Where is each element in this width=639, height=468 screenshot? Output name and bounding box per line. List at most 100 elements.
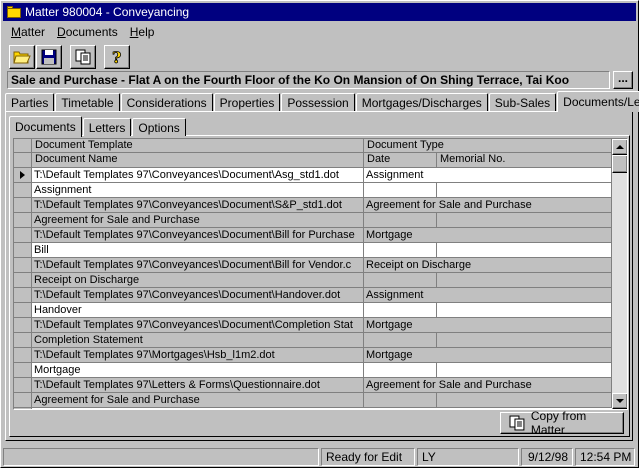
row-indicator[interactable]	[14, 348, 32, 363]
menu-bar: Matter Documents Help	[5, 23, 160, 41]
header-date[interactable]: Date	[364, 153, 437, 168]
header-memorial-no[interactable]: Memorial No.	[437, 153, 612, 168]
scroll-down-button[interactable]	[612, 393, 627, 409]
row-indicator[interactable]	[14, 258, 32, 273]
header-document-name[interactable]: Document Name	[32, 153, 364, 168]
header-document-type[interactable]: Document Type	[364, 139, 612, 153]
grid-vertical-scrollbar[interactable]	[612, 139, 627, 409]
scroll-up-button[interactable]	[612, 139, 627, 155]
tab-options[interactable]: Options	[132, 118, 186, 136]
help-button[interactable]: ?	[104, 45, 130, 69]
cell-memorial-no[interactable]	[437, 273, 612, 288]
row-indicator[interactable]	[14, 228, 32, 243]
cell-document-type[interactable]: Assignment	[364, 168, 612, 183]
toolbar: ?	[9, 45, 130, 69]
menu-help[interactable]: Help	[124, 23, 161, 41]
cell-document-type[interactable]: Receipt on Discharge	[364, 258, 612, 273]
cell-document-type[interactable]: Mortgage	[364, 318, 612, 333]
row-indicator[interactable]	[14, 168, 32, 183]
menu-matter[interactable]: Matter	[5, 23, 51, 41]
cell-document-name[interactable]: Receipt on Discharge	[32, 273, 364, 288]
save-disk-icon	[41, 49, 57, 65]
row-indicator[interactable]	[14, 363, 32, 378]
cell-date[interactable]	[364, 243, 437, 258]
row-indicator[interactable]	[14, 288, 32, 303]
header-corner-2	[14, 153, 32, 168]
cell-document-template[interactable]: T:\Default Templates 97\Conveyances\Docu…	[32, 228, 364, 243]
cell-date[interactable]	[364, 333, 437, 348]
tab-mortgages-discharges[interactable]: Mortgages/Discharges	[355, 93, 488, 111]
tab-sub-sales[interactable]: Sub-Sales	[488, 93, 557, 111]
cell-document-name[interactable]: Completion Statement	[32, 333, 364, 348]
cell-document-name[interactable]: Mortgage	[32, 363, 364, 378]
row-indicator[interactable]	[14, 198, 32, 213]
tab-timetable[interactable]: Timetable	[55, 93, 120, 111]
cell-memorial-no[interactable]	[437, 303, 612, 318]
row-indicator[interactable]	[14, 273, 32, 288]
cell-document-type[interactable]: Agreement for Sale and Purchase	[364, 378, 612, 393]
title-bar[interactable]: Matter 980004 - Conveyancing	[3, 3, 636, 21]
copy-from-matter-button[interactable]: Copy from Matter	[500, 409, 624, 437]
cell-document-type[interactable]: Mortgage	[364, 348, 612, 363]
scroll-thumb[interactable]	[612, 155, 627, 173]
cell-memorial-no[interactable]	[437, 243, 612, 258]
cell-document-template[interactable]: T:\Default Templates 97\Conveyances\Docu…	[32, 198, 364, 213]
cell-memorial-no[interactable]	[437, 363, 612, 378]
cell-date[interactable]	[364, 303, 437, 318]
tab-possession[interactable]: Possession	[281, 93, 355, 111]
row-indicator[interactable]	[14, 318, 32, 333]
matter-description-field[interactable]: Sale and Purchase - Flat A on the Fourth…	[7, 71, 610, 89]
tab-letters[interactable]: Letters	[82, 118, 132, 136]
tab-documents[interactable]: Documents	[9, 116, 82, 137]
cell-memorial-no[interactable]	[437, 333, 612, 348]
cell-document-type[interactable]: Agreement for Sale and Purchase	[364, 198, 612, 213]
cell-date[interactable]	[364, 183, 437, 198]
cell-document-template[interactable]: T:\Default Templates 97\Conveyances\Docu…	[32, 288, 364, 303]
cell-document-name[interactable]: Agreement for Sale and Purchase	[32, 213, 364, 228]
cell-memorial-no[interactable]	[437, 183, 612, 198]
menu-documents[interactable]: Documents	[51, 23, 124, 41]
cell-document-type[interactable]: Mortgage	[364, 228, 612, 243]
status-user: LY	[417, 448, 519, 466]
browse-button[interactable]: ...	[613, 71, 633, 89]
window-title: Matter 980004 - Conveyancing	[25, 5, 190, 19]
tab-considerations[interactable]: Considerations	[120, 93, 213, 111]
cell-document-template[interactable]: T:\Default Templates 97\Conveyances\Docu…	[32, 318, 364, 333]
documents-grid[interactable]: Document Template Document Type Document…	[13, 138, 628, 410]
app-window: Matter 980004 - Conveyancing Matter Docu…	[0, 0, 639, 468]
header-document-template[interactable]: Document Template	[32, 139, 364, 153]
cell-document-template[interactable]: T:\Default Templates 97\Conveyances\Docu…	[32, 258, 364, 273]
row-indicator[interactable]	[14, 243, 32, 258]
cell-document-name[interactable]: Agreement for Sale and Purchase	[32, 393, 364, 408]
status-date: 9/12/98	[521, 448, 573, 466]
row-indicator[interactable]	[14, 393, 32, 408]
cell-document-name[interactable]: Handover	[32, 303, 364, 318]
cell-memorial-no[interactable]	[437, 393, 612, 408]
cell-date[interactable]	[364, 393, 437, 408]
cell-document-name[interactable]: Assignment	[32, 183, 364, 198]
cell-document-template[interactable]: T:\Default Templates 97\Conveyances\Docu…	[32, 168, 364, 183]
tab-properties[interactable]: Properties	[213, 93, 281, 111]
row-indicator[interactable]	[14, 183, 32, 198]
cell-date[interactable]	[364, 273, 437, 288]
tab-documents-letters[interactable]: Documents/Letters	[557, 91, 639, 112]
arrow-down-icon	[616, 399, 624, 403]
cell-document-template[interactable]: T:\Default Templates 97\Letters & Forms\…	[32, 378, 364, 393]
row-indicator-filler	[14, 408, 32, 409]
row-indicator[interactable]	[14, 213, 32, 228]
cell-date[interactable]	[364, 363, 437, 378]
row-indicator[interactable]	[14, 303, 32, 318]
cell-document-template[interactable]: T:\Default Templates 97\Mortgages\Hsb_l1…	[32, 348, 364, 363]
open-button[interactable]	[9, 45, 35, 69]
row-indicator[interactable]	[14, 333, 32, 348]
status-time: 12:54 PM	[575, 448, 635, 466]
cell-memorial-no[interactable]	[437, 213, 612, 228]
copy-button[interactable]	[70, 45, 96, 69]
cell-document-type[interactable]: Assignment	[364, 288, 612, 303]
tab-parties[interactable]: Parties	[5, 93, 55, 111]
header-corner	[14, 139, 32, 153]
row-indicator[interactable]	[14, 378, 32, 393]
save-button[interactable]	[36, 45, 62, 69]
cell-date[interactable]	[364, 213, 437, 228]
cell-document-name[interactable]: Bill	[32, 243, 364, 258]
